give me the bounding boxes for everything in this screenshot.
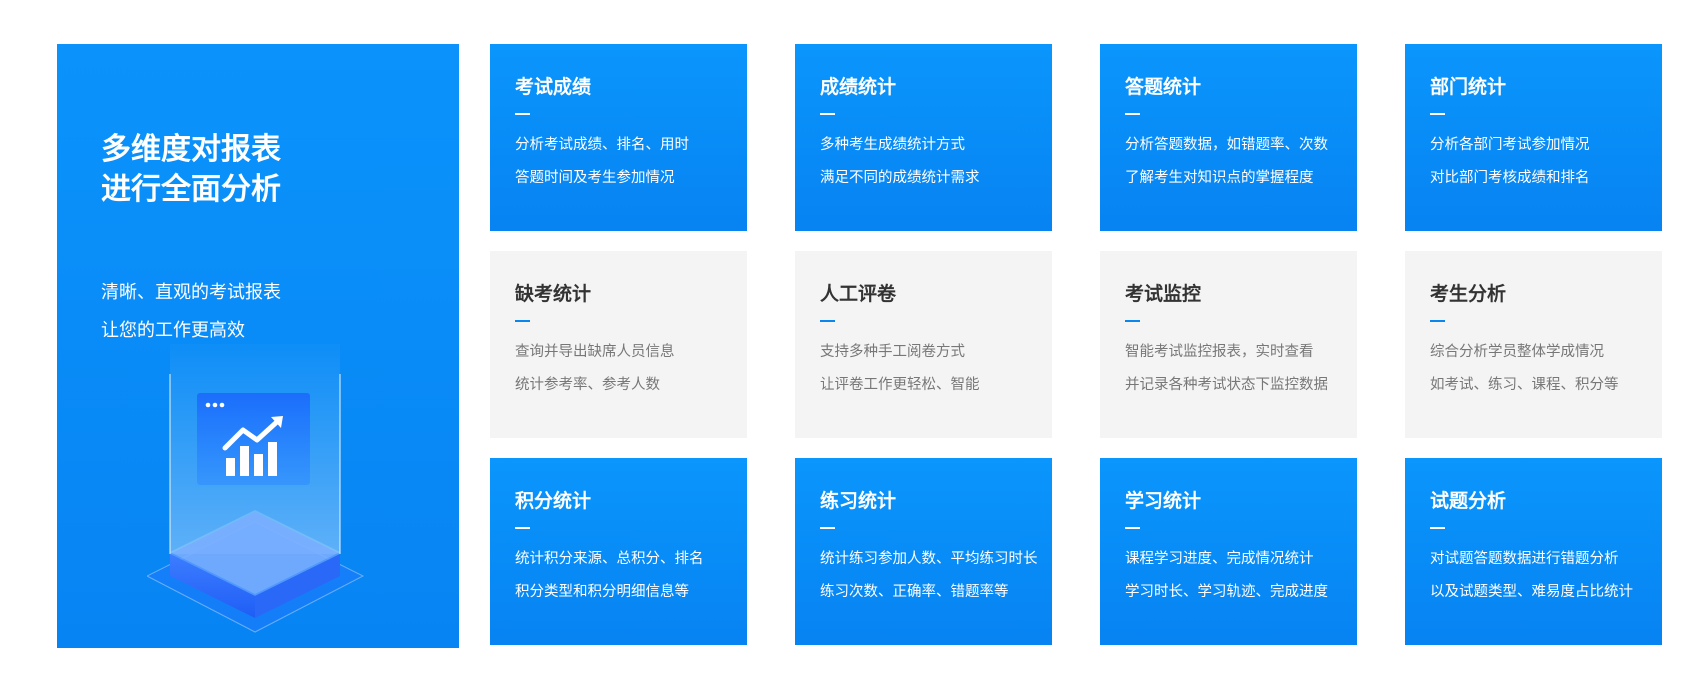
- card-description-line-2: 满足不同的成绩统计需求: [820, 170, 980, 186]
- card-divider: [1430, 527, 1445, 529]
- card-description-line-2: 积分类型和积分明细信息等: [515, 584, 689, 600]
- card-description-line-1: 课程学习进度、完成情况统计: [1125, 551, 1314, 567]
- card-divider: [515, 527, 530, 529]
- card-title: 缺考统计: [515, 283, 592, 305]
- card-description-line-2: 答题时间及考生参加情况: [515, 170, 675, 186]
- card-description-line-1: 多种考生成绩统计方式: [820, 137, 965, 153]
- card-divider: [820, 527, 835, 529]
- card-description-line-1: 分析答题数据，如错题率、次数: [1125, 137, 1328, 153]
- card-description-line-2: 对比部门考核成绩和排名: [1430, 170, 1590, 186]
- card-description-line-2: 练习次数、正确率、错题率等: [820, 584, 1009, 600]
- card-question-analysis[interactable]: 试题分析 对试题答题数据进行错题分析 以及试题类型、难易度占比统计: [1405, 458, 1662, 645]
- card-divider: [1430, 113, 1445, 115]
- hero-title-line-1: 多维度对报表: [101, 132, 281, 167]
- card-description-line-1: 支持多种手工阅卷方式: [820, 344, 965, 360]
- card-description: 分析各部门考试参加情况 对比部门考核成绩和排名: [1430, 129, 1662, 195]
- card-description: 对试题答题数据进行错题分析 以及试题类型、难易度占比统计: [1430, 543, 1662, 609]
- card-title: 考试成绩: [515, 76, 592, 98]
- card-description: 课程学习进度、完成情况统计 学习时长、学习轨迹、完成进度: [1125, 543, 1357, 609]
- card-description-line-1: 对试题答题数据进行错题分析: [1430, 551, 1619, 567]
- card-title: 成绩统计: [820, 76, 897, 98]
- card-description-line-2: 让评卷工作更轻松、智能: [820, 377, 980, 393]
- card-description-line-2: 以及试题类型、难易度占比统计: [1430, 584, 1633, 600]
- card-divider: [820, 113, 835, 115]
- card-score-statistics[interactable]: 成绩统计 多种考生成绩统计方式 满足不同的成绩统计需求: [795, 44, 1052, 231]
- card-title: 考试监控: [1125, 283, 1202, 305]
- hero-subtitle-line-1: 清晰、直观的考试报表: [101, 282, 281, 303]
- card-exam-scores[interactable]: 考试成绩 分析考试成绩、排名、用时 答题时间及考生参加情况: [490, 44, 747, 231]
- card-title: 部门统计: [1430, 76, 1507, 98]
- card-title: 答题统计: [1125, 76, 1202, 98]
- card-description-line-2: 学习时长、学习轨迹、完成进度: [1125, 584, 1328, 600]
- card-description: 多种考生成绩统计方式 满足不同的成绩统计需求: [820, 129, 1052, 195]
- card-description-line-1: 统计练习参加人数、平均练习时长: [820, 551, 1038, 567]
- card-divider: [1430, 320, 1445, 322]
- card-description-line-1: 统计积分来源、总积分、排名: [515, 551, 704, 567]
- card-description-line-1: 分析考试成绩、排名、用时: [515, 137, 689, 153]
- card-title: 练习统计: [820, 490, 897, 512]
- card-title: 学习统计: [1125, 490, 1202, 512]
- card-examinee-analysis[interactable]: 考生分析 综合分析学员整体学成情况 如考试、练习、课程、积分等: [1405, 251, 1662, 438]
- card-divider: [1125, 320, 1140, 322]
- card-description-line-1: 查询并导出缺席人员信息: [515, 344, 675, 360]
- hero-title-line-2: 进行全面分析: [101, 172, 281, 207]
- card-divider: [515, 320, 530, 322]
- card-divider: [1125, 527, 1140, 529]
- card-title: 考生分析: [1430, 283, 1507, 305]
- card-description-line-1: 综合分析学员整体学成情况: [1430, 344, 1604, 360]
- card-divider: [515, 113, 530, 115]
- card-description-line-1: 智能考试监控报表，实时查看: [1125, 344, 1314, 360]
- hero-subtitle: 清晰、直观的考试报表 让您的工作更高效: [101, 274, 281, 350]
- card-description: 分析考试成绩、排名、用时 答题时间及考生参加情况: [515, 129, 747, 195]
- card-description-line-2: 统计参考率、参考人数: [515, 377, 660, 393]
- card-exam-monitoring[interactable]: 考试监控 智能考试监控报表，实时查看 并记录各种考试状态下监控数据: [1100, 251, 1357, 438]
- card-description: 支持多种手工阅卷方式 让评卷工作更轻松、智能: [820, 336, 1052, 402]
- card-title: 人工评卷: [820, 283, 897, 305]
- card-description-line-2: 如考试、练习、课程、积分等: [1430, 377, 1619, 393]
- card-description: 综合分析学员整体学成情况 如考试、练习、课程、积分等: [1430, 336, 1662, 402]
- card-answer-statistics[interactable]: 答题统计 分析答题数据，如错题率、次数 了解考生对知识点的掌握程度: [1100, 44, 1357, 231]
- hero-title: 多维度对报表 进行全面分析: [101, 130, 281, 210]
- card-title: 试题分析: [1430, 490, 1507, 512]
- card-manual-grading[interactable]: 人工评卷 支持多种手工阅卷方式 让评卷工作更轻松、智能: [795, 251, 1052, 438]
- card-description: 智能考试监控报表，实时查看 并记录各种考试状态下监控数据: [1125, 336, 1357, 402]
- card-department-statistics[interactable]: 部门统计 分析各部门考试参加情况 对比部门考核成绩和排名: [1405, 44, 1662, 231]
- card-description: 统计练习参加人数、平均练习时长 练习次数、正确率、错题率等: [820, 543, 1052, 609]
- hero-panel: 多维度对报表 进行全面分析 清晰、直观的考试报表 让您的工作更高效: [57, 44, 459, 648]
- card-description: 查询并导出缺席人员信息 统计参考率、参考人数: [515, 336, 747, 402]
- card-description-line-2: 并记录各种考试状态下监控数据: [1125, 377, 1328, 393]
- card-points-statistics[interactable]: 积分统计 统计积分来源、总积分、排名 积分类型和积分明细信息等: [490, 458, 747, 645]
- card-description-line-1: 分析各部门考试参加情况: [1430, 137, 1590, 153]
- card-description: 分析答题数据，如错题率、次数 了解考生对知识点的掌握程度: [1125, 129, 1357, 195]
- card-practice-statistics[interactable]: 练习统计 统计练习参加人数、平均练习时长 练习次数、正确率、错题率等: [795, 458, 1052, 645]
- card-divider: [1125, 113, 1140, 115]
- card-description-line-2: 了解考生对知识点的掌握程度: [1125, 170, 1314, 186]
- card-learning-statistics[interactable]: 学习统计 课程学习进度、完成情况统计 学习时长、学习轨迹、完成进度: [1100, 458, 1357, 645]
- card-absence-statistics[interactable]: 缺考统计 查询并导出缺席人员信息 统计参考率、参考人数: [490, 251, 747, 438]
- card-divider: [820, 320, 835, 322]
- card-description: 统计积分来源、总积分、排名 积分类型和积分明细信息等: [515, 543, 747, 609]
- card-title: 积分统计: [515, 490, 592, 512]
- analytics-illustration-icon: [147, 344, 365, 633]
